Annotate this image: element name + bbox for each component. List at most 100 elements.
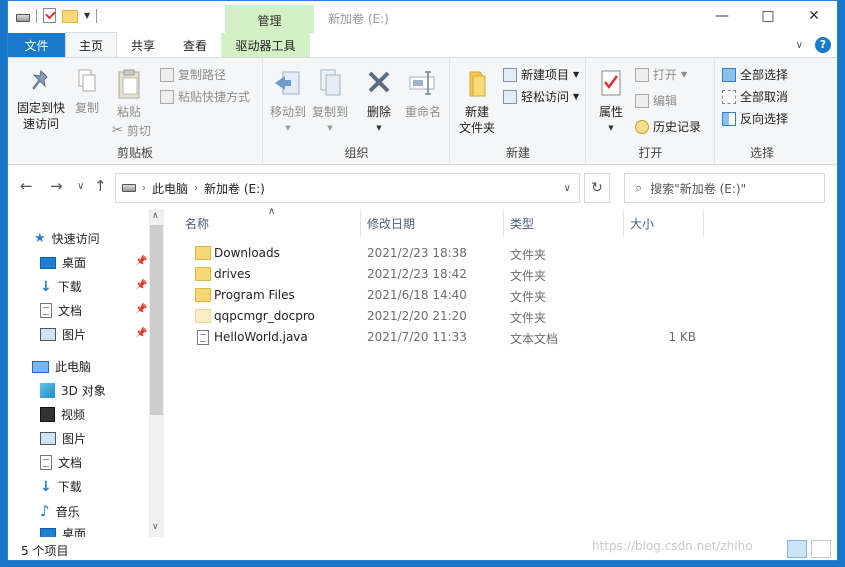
maximize-button[interactable]: □ bbox=[745, 1, 791, 31]
nav-pc-item[interactable]: 视频 bbox=[40, 406, 85, 423]
column-divider[interactable] bbox=[623, 209, 624, 237]
address-dropdown-icon[interactable]: ∨ bbox=[564, 183, 571, 194]
scroll-down-icon[interactable]: ∨ bbox=[152, 522, 159, 532]
rename-label: 重命名 bbox=[404, 105, 441, 119]
nav-pc-item[interactable]: 桌面 bbox=[40, 525, 86, 537]
nav-pc-item[interactable]: ↓ 下载 bbox=[40, 478, 82, 495]
history-button[interactable]: 历史记录 bbox=[635, 118, 701, 135]
copy-to-button[interactable]: 复制到 ▼ bbox=[310, 68, 350, 136]
new-folder-button[interactable]: 新建 文件夹 bbox=[455, 68, 499, 136]
group-new: 新建 文件夹 新建项目 ▼ 轻松访问 ▼ 新建 bbox=[451, 58, 586, 164]
details-view-icon[interactable] bbox=[787, 540, 807, 558]
tab-share[interactable]: 共享 bbox=[117, 33, 169, 57]
breadcrumb-this-pc[interactable]: 此电脑 bbox=[152, 180, 188, 197]
help-icon[interactable]: ? bbox=[815, 37, 831, 53]
move-to-dropdown-icon: ▼ bbox=[285, 124, 291, 132]
nav-pc-item-label: 下载 bbox=[57, 480, 82, 494]
file-row[interactable]: Program Files 2021/6/18 14:40 文件夹 bbox=[168, 285, 838, 306]
column-divider[interactable] bbox=[703, 209, 704, 237]
column-header-size[interactable]: 大小 bbox=[630, 215, 654, 232]
nav-pc-item[interactable]: 图片 bbox=[40, 430, 86, 447]
open-button[interactable]: 打开 ▼ bbox=[635, 66, 687, 83]
new-item-label: 新建项目 bbox=[521, 68, 570, 82]
search-input[interactable]: ⌕ 搜索"新加卷 (E:)" bbox=[624, 173, 825, 203]
pin-icon[interactable]: 📌 bbox=[135, 304, 147, 315]
nav-quick-item[interactable]: 图片 bbox=[40, 326, 86, 343]
close-button[interactable]: ✕ bbox=[791, 1, 837, 31]
pin-icon[interactable]: 📌 bbox=[135, 256, 147, 267]
music-note-icon: ♪ bbox=[40, 502, 50, 520]
file-row[interactable]: Downloads 2021/2/23 18:38 文件夹 bbox=[168, 243, 838, 264]
rename-button[interactable]: 重命名 bbox=[402, 68, 444, 120]
breadcrumb-volume-e[interactable]: 新加卷 (E:) bbox=[204, 180, 265, 197]
file-row[interactable]: HelloWorld.java 2021/7/20 11:33 文本文档 1 K… bbox=[168, 327, 838, 348]
nav-pane-scrollbar[interactable]: ∧ ∨ bbox=[149, 209, 164, 537]
file-row[interactable]: drives 2021/2/23 18:42 文件夹 bbox=[168, 264, 838, 285]
refresh-button[interactable]: ↻ bbox=[584, 173, 610, 203]
pin-icon[interactable]: 📌 bbox=[135, 280, 147, 291]
copy-path-button[interactable]: 复制路径 bbox=[160, 66, 226, 83]
select-none-button[interactable]: 全部取消 bbox=[722, 88, 788, 105]
tab-drive-tools[interactable]: 驱动器工具 bbox=[221, 33, 310, 57]
large-icons-view-icon[interactable] bbox=[811, 540, 831, 558]
nav-quick-item[interactable]: 桌面 bbox=[40, 254, 86, 271]
edit-button[interactable]: 编辑 bbox=[635, 92, 677, 109]
nav-this-pc[interactable]: 此电脑 bbox=[32, 358, 91, 375]
minimize-button[interactable]: — bbox=[699, 1, 745, 31]
delete-button[interactable]: 删除 ▼ bbox=[364, 68, 394, 136]
recent-locations-icon[interactable]: ∨ bbox=[77, 181, 84, 192]
column-divider[interactable] bbox=[360, 209, 361, 237]
file-row[interactable]: qqpcmgr_docpro 2021/2/20 21:20 文件夹 bbox=[168, 306, 838, 327]
nav-quick-item[interactable]: 文档 bbox=[40, 302, 82, 319]
breadcrumb-chevron-icon: › bbox=[142, 182, 146, 194]
tab-home[interactable]: 主页 bbox=[65, 32, 117, 57]
column-header-name[interactable]: 名称 bbox=[185, 215, 209, 232]
nav-pc-item[interactable]: ♪ 音乐 bbox=[40, 502, 80, 520]
watermark: https://blog.csdn.net/zhiho bbox=[592, 539, 753, 553]
refresh-icon: ↻ bbox=[591, 180, 603, 196]
up-arrow-icon[interactable]: ↑ bbox=[94, 177, 107, 195]
paste-button[interactable]: 粘贴 bbox=[112, 68, 146, 120]
move-to-button[interactable]: 移动到 ▼ bbox=[268, 68, 308, 136]
file-name: Downloads bbox=[214, 246, 280, 260]
navigation-bar: ← → ∨ ↑ › 此电脑 › 新加卷 (E:) ∨ ↻ ⌕ 搜索"新加卷 (E… bbox=[8, 171, 837, 203]
copy-button[interactable]: 复制 bbox=[70, 68, 104, 116]
cut-button[interactable]: ✂ 剪切 bbox=[112, 122, 151, 139]
scrollbar-thumb[interactable] bbox=[150, 225, 163, 415]
forward-arrow-icon[interactable]: → bbox=[50, 177, 63, 195]
properties-button[interactable]: 属性 ▼ bbox=[593, 68, 629, 136]
invert-selection-icon bbox=[722, 111, 736, 126]
paste-shortcut-button[interactable]: 粘贴快捷方式 bbox=[160, 88, 250, 105]
nav-quick-item[interactable]: ↓ 下载 bbox=[40, 278, 82, 295]
nav-pc-item[interactable]: 文档 bbox=[40, 454, 82, 471]
easy-access-button[interactable]: 轻松访问 ▼ bbox=[503, 88, 579, 105]
context-tab-manage[interactable]: 管理 bbox=[225, 5, 314, 33]
ribbon-expand-icon[interactable]: ∨ bbox=[796, 40, 803, 51]
back-arrow-icon[interactable]: ← bbox=[20, 177, 33, 195]
tab-file[interactable]: 文件 bbox=[8, 33, 65, 57]
new-folder-qat-icon[interactable] bbox=[62, 10, 78, 23]
pin-icon[interactable]: 📌 bbox=[135, 328, 147, 339]
move-to-label: 移动到 bbox=[269, 105, 306, 119]
address-bar[interactable]: › 此电脑 › 新加卷 (E:) ∨ bbox=[115, 173, 580, 203]
column-header-type[interactable]: 类型 bbox=[510, 215, 534, 232]
scroll-up-icon[interactable]: ∧ bbox=[152, 211, 159, 221]
qat-dropdown-icon[interactable]: ▼ bbox=[84, 11, 90, 20]
search-placeholder: 搜索"新加卷 (E:)" bbox=[650, 181, 747, 196]
properties-qat-icon[interactable] bbox=[43, 8, 56, 23]
nav-quick-access[interactable]: ★ 快速访问 bbox=[34, 230, 100, 247]
open-dropdown-icon: ▼ bbox=[681, 70, 688, 79]
invert-selection-button[interactable]: 反向选择 bbox=[722, 110, 788, 127]
select-all-button[interactable]: 全部选择 bbox=[722, 66, 788, 83]
documents-icon bbox=[40, 455, 52, 470]
column-header-date[interactable]: 修改日期 bbox=[367, 215, 415, 232]
download-arrow-icon: ↓ bbox=[40, 478, 52, 495]
nav-pc-item[interactable]: 3D 对象 bbox=[40, 382, 106, 399]
tab-view[interactable]: 查看 bbox=[169, 33, 221, 57]
column-divider[interactable] bbox=[503, 209, 504, 237]
new-item-button[interactable]: 新建项目 ▼ bbox=[503, 66, 579, 83]
pin-quick-access-button[interactable]: 固定到快 速访问 bbox=[14, 68, 68, 132]
select-all-label: 全部选择 bbox=[740, 68, 789, 82]
edit-label: 编辑 bbox=[653, 94, 678, 108]
nav-pc-item-label: 音乐 bbox=[55, 504, 80, 519]
